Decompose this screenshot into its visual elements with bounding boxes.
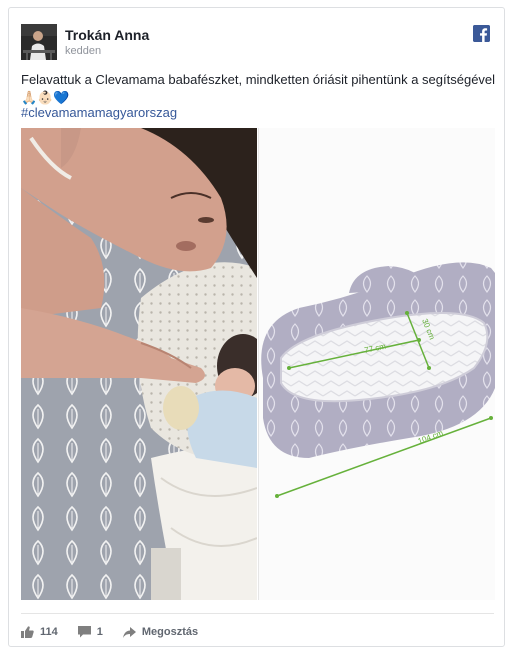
share-label: Megosztás <box>141 626 199 638</box>
photo-product-image: 77 cm 30 cm 104 cm <box>259 128 495 600</box>
photo-product[interactable]: 77 cm 30 cm 104 cm <box>258 128 495 600</box>
divider <box>21 613 494 614</box>
like-button[interactable]: 114 <box>21 626 58 638</box>
facebook-icon[interactable] <box>473 25 490 42</box>
avatar-image <box>21 24 57 60</box>
share-icon <box>122 626 136 638</box>
hashtag-link[interactable]: #clevamamamagyarorszag <box>21 104 177 121</box>
comment-button[interactable]: 1 <box>77 626 103 638</box>
like-count: 114 <box>40 626 58 638</box>
comment-count: 1 <box>96 626 103 638</box>
photo-mother-baby-image <box>21 128 257 600</box>
like-icon <box>21 626 34 638</box>
share-button[interactable]: Megosztás <box>122 626 199 638</box>
post-time[interactable]: kedden <box>65 45 101 57</box>
photo-mother-baby[interactable] <box>21 128 257 600</box>
post-text: Felavattuk a Clevamama babafészket, mind… <box>21 72 496 87</box>
post-card: Trokán Anna kedden Felavattuk a Clevamam… <box>8 7 505 647</box>
action-bar: 114 1 Megosztás <box>21 622 218 642</box>
author-name[interactable]: Trokán Anna <box>65 27 149 43</box>
avatar[interactable] <box>21 24 57 60</box>
comment-icon <box>77 626 91 638</box>
